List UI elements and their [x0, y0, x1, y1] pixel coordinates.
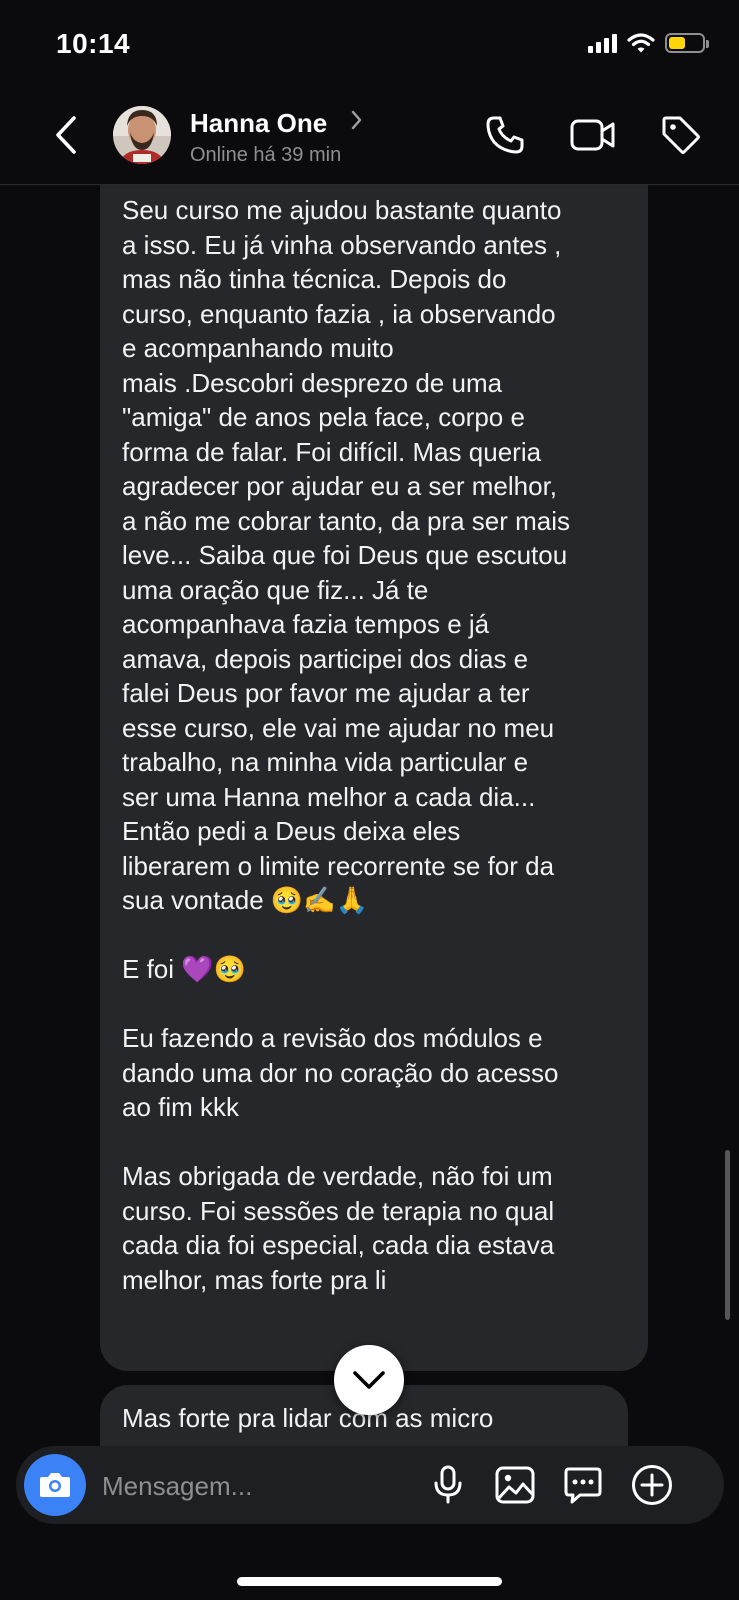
message-text: Seu curso me ajudou bastante quanto a is…: [122, 195, 571, 1295]
sticker-chat-icon: [564, 1467, 602, 1504]
chat-header: Hanna One Online há 39 min: [0, 90, 739, 185]
tag-button[interactable]: [658, 112, 704, 158]
phone-icon: [486, 116, 524, 154]
status-icons: [588, 32, 709, 54]
wifi-icon: [627, 33, 655, 53]
avatar-image: [113, 106, 171, 164]
scroll-to-bottom-button[interactable]: [334, 1345, 404, 1415]
scrollbar[interactable]: [725, 1150, 730, 1320]
voice-message-button[interactable]: [426, 1463, 470, 1507]
chevron-right-icon[interactable]: [350, 108, 364, 138]
status-bar: 10:14: [0, 0, 739, 90]
add-icon: [632, 1465, 672, 1505]
microphone-icon: [434, 1465, 462, 1504]
contact-status: Online há 39 min: [190, 144, 342, 166]
image-icon: [495, 1466, 535, 1504]
camera-icon: [40, 1473, 70, 1497]
video-call-button[interactable]: [570, 112, 616, 158]
avatar[interactable]: [113, 106, 171, 164]
message-bubble[interactable]: Seu curso me ajudou bastante quanto a is…: [100, 185, 648, 1371]
more-options-button[interactable]: [630, 1463, 674, 1507]
sticker-button[interactable]: [561, 1463, 605, 1507]
back-chevron-icon: [56, 116, 76, 154]
home-indicator[interactable]: [237, 1577, 502, 1586]
status-time: 10:14: [56, 28, 131, 59]
video-camera-icon: [570, 119, 615, 151]
cellular-signal-icon: [588, 33, 617, 53]
chevron-down-icon: [353, 1371, 385, 1389]
contact-name[interactable]: Hanna One: [190, 108, 327, 139]
tag-icon: [662, 116, 700, 154]
message-composer: [16, 1446, 724, 1524]
battery-icon: [665, 33, 709, 53]
voice-call-button[interactable]: [482, 112, 528, 158]
message-input[interactable]: [100, 1463, 424, 1509]
camera-button[interactable]: [24, 1454, 86, 1516]
gallery-button[interactable]: [493, 1463, 537, 1507]
chat-thread[interactable]: Seu curso me ajudou bastante quanto a is…: [0, 185, 739, 1450]
back-button[interactable]: [46, 110, 86, 160]
